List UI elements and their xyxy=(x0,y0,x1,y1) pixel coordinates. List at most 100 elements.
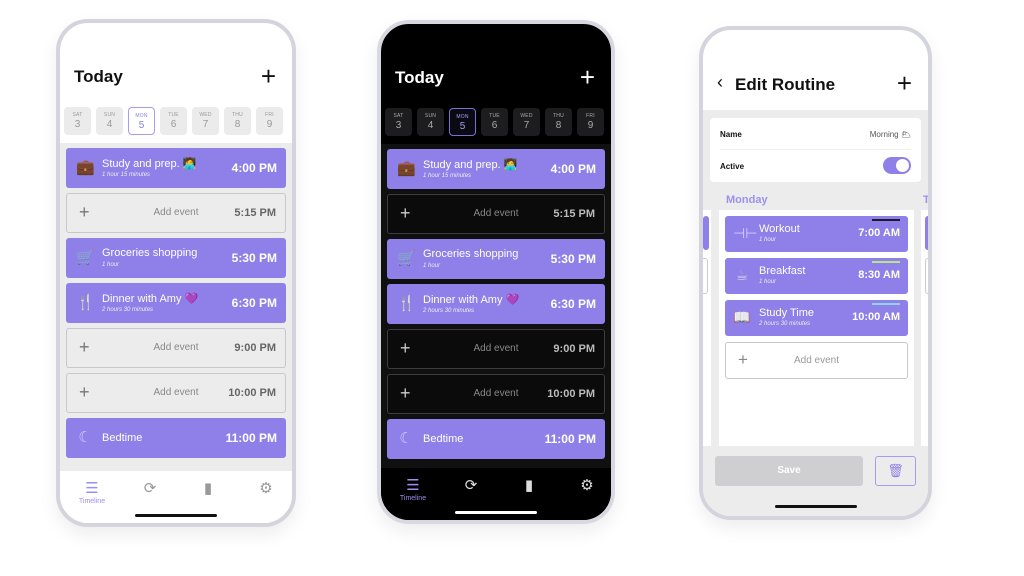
day-fri[interactable]: FRI 9 xyxy=(256,107,283,135)
slot-time: 5:15 PM xyxy=(234,207,276,219)
add-event-row[interactable]: + Add event 10:00 PM xyxy=(387,374,605,414)
event-duration: 1 hour xyxy=(102,262,120,268)
briefcase-icon: 💼 xyxy=(76,159,95,176)
add-event-row[interactable]: + Add event 5:15 PM xyxy=(387,194,605,234)
color-tag xyxy=(872,303,900,305)
event-card[interactable]: 🛒 Groceries shopping 1 hour 5:30 PM xyxy=(66,238,286,278)
bar-chart-icon: ▮ xyxy=(524,477,534,494)
routine-event-card[interactable]: ⊣⊢ Workout 1 hour 7:00 AM xyxy=(725,216,908,252)
event-card-partial[interactable] xyxy=(703,216,709,250)
event-time: 6:30 PM xyxy=(550,297,596,311)
day-number: 5 xyxy=(138,120,145,131)
color-tag xyxy=(872,261,900,263)
tab-label: Timeline xyxy=(399,495,427,502)
day-mon[interactable]: MON 5 xyxy=(128,107,155,135)
add-event-row[interactable]: + Add event xyxy=(725,342,908,379)
routine-event-card[interactable]: 📖 Study Time 2 hours 30 minutes 10:00 AM xyxy=(725,300,908,336)
save-button[interactable]: Save xyxy=(715,456,863,486)
routine-settings-card: Name Morning 🌥 Active xyxy=(710,118,921,182)
delete-button[interactable]: 🗑 xyxy=(875,456,916,486)
event-time: 4:00 PM xyxy=(550,162,596,176)
refresh-icon: ⟳ xyxy=(143,480,157,497)
event-card[interactable]: 🍴 Dinner with Amy 💜 2 hours 30 minutes 6:30… xyxy=(66,283,286,323)
back-chevron-icon[interactable]: ‹ xyxy=(717,72,723,93)
add-icon[interactable]: + xyxy=(261,63,276,89)
event-duration: 1 hour xyxy=(759,237,777,243)
header: Today + xyxy=(60,23,292,105)
day-sun[interactable]: SUN 4 xyxy=(96,107,123,135)
add-event-row[interactable]: + Add event 5:15 PM xyxy=(66,193,286,233)
day-of-week: SAT xyxy=(393,113,404,119)
event-card[interactable]: 🍴 Dinner with Amy 💜 2 hours 30 minutes 6:30… xyxy=(387,284,605,324)
add-event-row[interactable]: + Add event 10:00 PM xyxy=(66,373,286,413)
utensils-icon: 🍴 xyxy=(397,295,416,312)
phone-dark: Today + SAT 3 SUN 4 MON 5 TUE 6 WED 7 THU 8 FRI 9 💼 St… xyxy=(377,20,615,524)
name-row[interactable]: Name Morning 🌥 xyxy=(720,118,911,150)
event-card[interactable]: 💼 Study and prep. 🧑‍💻 1 hour 15 minutes 4:0… xyxy=(66,148,286,188)
previous-day-column xyxy=(703,210,711,454)
cart-icon: 🛒 xyxy=(76,249,95,266)
tab-settings[interactable]: ⚙ xyxy=(567,476,607,494)
day-number: 5 xyxy=(459,121,466,132)
tab-routines[interactable]: ⟳ xyxy=(130,479,170,497)
day-selector: SAT 3 SUN 4 MON 5 TUE 6 WED 7 THU 8 FRI 9 xyxy=(381,108,611,140)
day-sat[interactable]: SAT 3 xyxy=(64,107,91,135)
tab-timeline[interactable]: ☰ Timeline xyxy=(72,479,112,505)
day-tue[interactable]: TUE 6 xyxy=(481,108,508,136)
menu-icon: ☰ xyxy=(85,480,99,497)
timeline-list: 💼 Study and prep. 🧑‍💻 1 hour 15 minutes 4:0… xyxy=(381,144,611,468)
add-event-partial[interactable] xyxy=(703,258,708,294)
tab-routines[interactable]: ⟳ xyxy=(451,476,491,494)
event-card[interactable]: 🛒 Groceries shopping 1 hour 5:30 PM xyxy=(387,239,605,279)
header: Today + xyxy=(381,24,611,106)
add-icon[interactable]: + xyxy=(897,70,912,96)
day-wed[interactable]: WED 7 xyxy=(513,108,540,136)
event-duration: 1 hour 15 minutes xyxy=(102,172,151,178)
event-card[interactable]: 💼 Study and prep. 🧑‍💻 1 hour 15 minutes 4:0… xyxy=(387,149,605,189)
routine-event-card[interactable]: ☕ Breakfast 1 hour 8:30 AM xyxy=(725,258,908,294)
moon-icon: ☾ xyxy=(399,430,413,447)
phone-light: Today + SAT 3 SUN 4 MON 5 TUE 6 WED 7 THU 8 FRI 9 💼 St… xyxy=(56,19,296,527)
slot-time: 5:15 PM xyxy=(553,208,595,220)
day-mon[interactable]: MON 5 xyxy=(449,108,476,136)
day-column-monday: ⊣⊢ Workout 1 hour 7:00 AM ☕ Breakfast 1 hour 8:… xyxy=(719,210,914,454)
add-event-row[interactable]: + Add event 9:00 PM xyxy=(387,329,605,369)
add-event-partial[interactable] xyxy=(925,258,928,294)
event-duration: 2 hours 30 minutes xyxy=(102,307,154,313)
tab-stats[interactable]: ▮ xyxy=(509,476,549,494)
event-time: 7:00 AM xyxy=(858,227,900,239)
event-card[interactable]: ☾ Bedtime 11:00 PM xyxy=(66,418,286,458)
active-row: Active xyxy=(720,150,911,182)
routine-body: Name Morning 🌥 Active Monday T ⊣⊢ Workout… xyxy=(703,110,928,516)
day-sat[interactable]: SAT 3 xyxy=(385,108,412,136)
add-event-row[interactable]: + Add event 9:00 PM xyxy=(66,328,286,368)
day-number: 4 xyxy=(427,120,434,131)
tab-timeline[interactable]: ☰ Timeline xyxy=(393,476,433,502)
day-tue[interactable]: TUE 6 xyxy=(160,107,187,135)
add-icon[interactable]: + xyxy=(580,64,595,90)
event-card-partial[interactable] xyxy=(925,216,928,250)
name-value[interactable]: Morning 🌥 xyxy=(870,130,911,139)
day-thu[interactable]: THU 8 xyxy=(545,108,572,136)
day-sun[interactable]: SUN 4 xyxy=(417,108,444,136)
tab-settings[interactable]: ⚙ xyxy=(246,479,286,497)
active-toggle[interactable] xyxy=(883,157,911,174)
refresh-icon: ⟳ xyxy=(464,477,478,494)
add-event-label: Add event xyxy=(793,355,840,366)
name-label: Name xyxy=(720,130,742,139)
day-number: 6 xyxy=(491,120,498,131)
event-card[interactable]: ☾ Bedtime 11:00 PM xyxy=(387,419,605,459)
home-indicator xyxy=(774,505,857,508)
briefcase-icon: 💼 xyxy=(397,160,416,177)
day-fri[interactable]: FRI 9 xyxy=(577,108,604,136)
day-number: 9 xyxy=(266,119,273,130)
day-thu[interactable]: THU 8 xyxy=(224,107,251,135)
event-time: 10:00 AM xyxy=(852,311,900,323)
day-wed[interactable]: WED 7 xyxy=(192,107,219,135)
event-time: 8:30 AM xyxy=(858,269,900,281)
day-of-week: THU xyxy=(232,112,243,118)
gear-icon: ⚙ xyxy=(580,477,594,494)
day-number: 8 xyxy=(234,119,241,130)
day-number: 6 xyxy=(170,119,177,130)
tab-stats[interactable]: ▮ xyxy=(188,479,228,497)
